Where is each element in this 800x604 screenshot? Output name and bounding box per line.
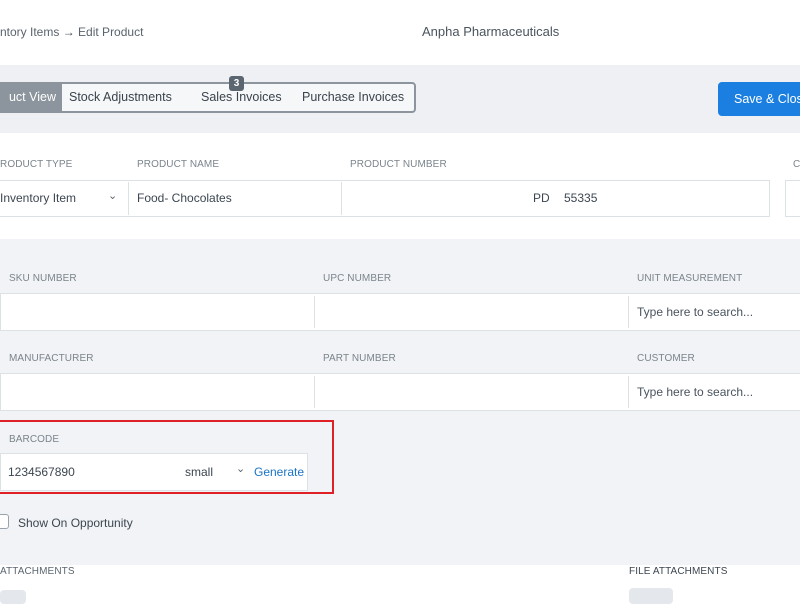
sales-invoices-count-badge: 3 (229, 76, 244, 91)
product-name-value: Food- Chocolates (137, 191, 232, 205)
product-name-input[interactable]: Food- Chocolates (129, 180, 341, 217)
unit-measurement-search[interactable]: Type here to search... (629, 293, 800, 331)
tab-product-view[interactable]: uct View (0, 84, 62, 111)
product-type-value: Inventory Item (0, 191, 77, 205)
arrow-right-icon: → (62, 25, 75, 39)
product-type-select[interactable]: Inventory Item ⌄ (0, 180, 128, 217)
product-type-label: RODUCT TYPE (0, 159, 73, 170)
manufacturer-label: MANUFACTURER (9, 353, 94, 364)
show-on-opportunity-checkbox[interactable] (0, 514, 9, 529)
unit-measurement-label: UNIT MEASUREMENT (637, 273, 743, 284)
breadcrumb-current: Edit Product (78, 25, 144, 39)
save-and-close-button[interactable]: Save & Clos (718, 82, 800, 116)
tab-bar: uct View Stock Adjustments Sales Invoice… (0, 82, 416, 113)
customer-placeholder: Type here to search... (637, 385, 754, 399)
upc-number-label: UPC NUMBER (323, 273, 392, 284)
barcode-highlight-box (0, 420, 334, 494)
breadcrumb-parent-link[interactable]: ntory Items (0, 25, 59, 39)
part-number-input[interactable] (315, 373, 628, 411)
upc-number-input[interactable] (315, 293, 628, 331)
unit-measurement-placeholder: Type here to search... (637, 305, 754, 319)
product-number-value: 55335 (564, 191, 598, 205)
product-number-prefix: PD (533, 191, 550, 205)
company-name: Anpha Pharmaceuticals (422, 24, 560, 39)
file-attachments-label: FILE ATTACHMENTS (629, 566, 728, 577)
add-attachment-button[interactable] (0, 590, 26, 604)
partial-field[interactable] (785, 180, 800, 217)
breadcrumb: ntory Items → Edit Product (0, 25, 143, 39)
part-number-label: PART NUMBER (323, 353, 396, 364)
customer-label: CUSTOMER (637, 353, 695, 364)
product-number-label: PRODUCT NUMBER (350, 159, 447, 170)
chevron-down-icon: ⌄ (108, 190, 118, 202)
attachments-label: ATTACHMENTS (0, 566, 75, 577)
sku-number-label: SKU NUMBER (9, 273, 77, 284)
sku-number-input[interactable] (0, 293, 314, 331)
product-name-label: PRODUCT NAME (137, 159, 220, 170)
product-number-input[interactable]: PD 55335 (342, 180, 769, 217)
show-on-opportunity-label: Show On Opportunity (18, 516, 133, 530)
tab-stock-adjustments[interactable]: Stock Adjustments (69, 84, 172, 111)
manufacturer-input[interactable] (0, 373, 314, 411)
customer-search[interactable]: Type here to search... (629, 373, 800, 411)
partial-column-label: C (793, 159, 800, 170)
add-file-attachment-button[interactable] (629, 588, 673, 604)
tab-purchase-invoices[interactable]: Purchase Invoices (302, 84, 404, 111)
